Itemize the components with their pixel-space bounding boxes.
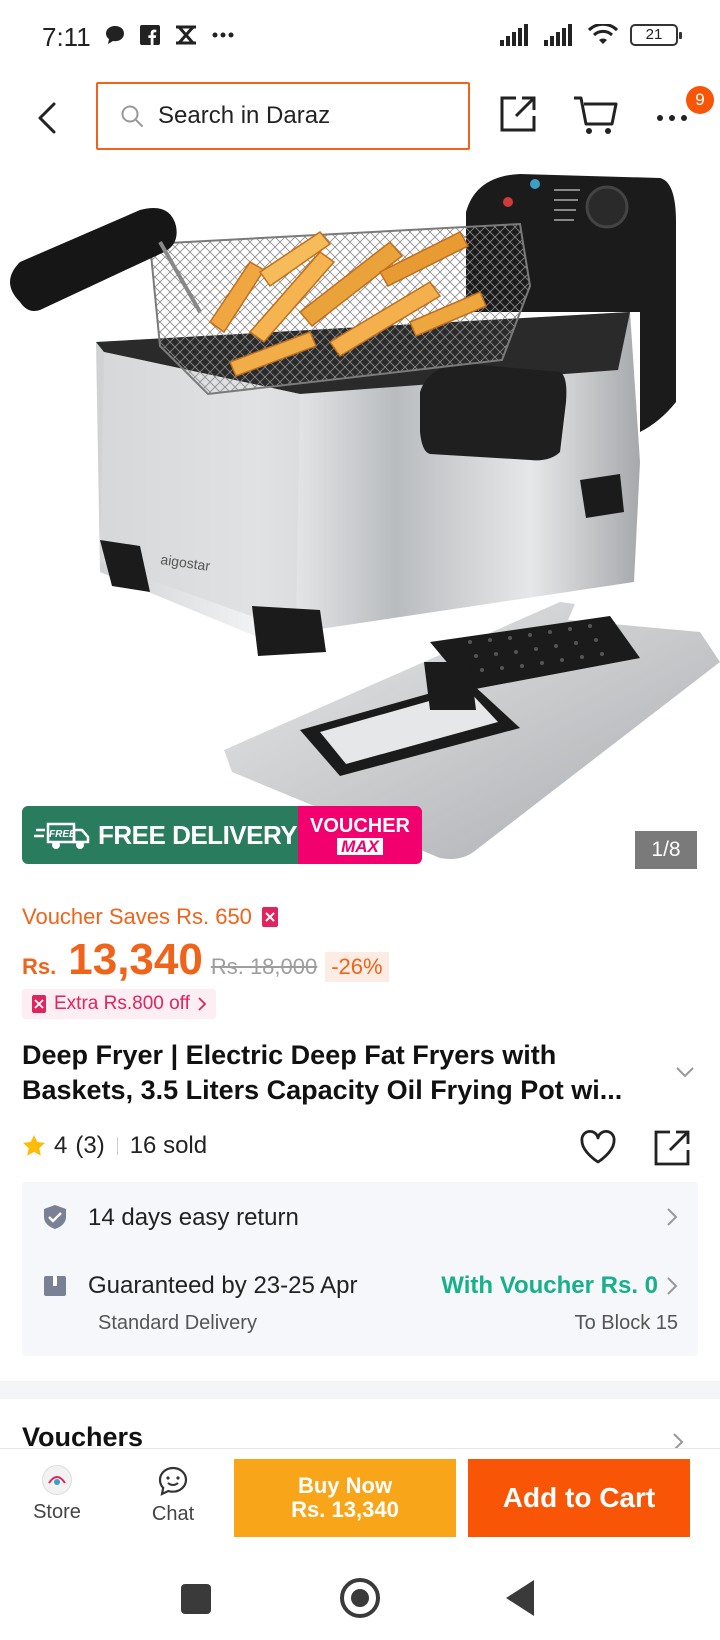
buy-now-price: Rs. 13,340 (291, 1497, 399, 1522)
chevron-down-icon (676, 1067, 694, 1078)
share-button[interactable] (496, 92, 540, 136)
voucher-saves[interactable]: Voucher Saves Rs. 650 (22, 904, 278, 930)
shield-check-icon (44, 1205, 66, 1229)
free-delivery-label: FREE DELIVERY (98, 819, 298, 850)
home-button[interactable] (340, 1578, 380, 1618)
star-icon (23, 1135, 45, 1156)
bottom-action-bar: Store Chat Buy Now Rs. 13,340 Add to Car… (0, 1448, 720, 1548)
delivery-guarantee: Guaranteed by 23-25 Apr (88, 1272, 358, 1299)
share-product-button[interactable] (652, 1128, 692, 1168)
delivery-card: 14 days easy return Guaranteed by 23-25 … (22, 1182, 698, 1356)
voucher-icon (261, 907, 278, 927)
extra-off-text: Extra Rs.800 off (54, 993, 190, 1014)
voucher-icon (32, 995, 46, 1013)
original-price: Rs. 18,000 (210, 954, 318, 979)
rating-row[interactable]: 4 (3) 16 sold (22, 1132, 207, 1160)
price-row: Rs. 13,340 Rs. 18,000 -26% (22, 935, 389, 985)
system-navigation-bar (0, 1548, 720, 1640)
chevron-right-icon (667, 1277, 678, 1295)
extra-off-chip[interactable]: Extra Rs.800 off (22, 989, 216, 1019)
recents-button[interactable] (181, 1584, 211, 1614)
battery-icon: 21 (630, 24, 682, 46)
store-button[interactable]: Store (22, 1465, 92, 1524)
search-input[interactable] (158, 102, 438, 130)
delivery-voucher: With Voucher Rs. 0 (441, 1272, 658, 1299)
product-title[interactable]: Deep Fryer | Electric Deep Fat Fryers wi… (22, 1038, 672, 1108)
product-title-line-2: Baskets, 3.5 Liters Capacity Oil Frying … (22, 1075, 623, 1105)
price-currency: Rs. (22, 954, 57, 979)
image-counter: 1/8 (635, 831, 697, 869)
cart-icon (574, 96, 618, 134)
free-delivery-badge: FREE FREE DELIVERY (22, 806, 298, 864)
top-nav: 9 (0, 76, 720, 162)
package-icon (44, 1276, 66, 1296)
chat-button[interactable]: Chat (138, 1465, 208, 1526)
expand-title-button[interactable] (674, 1064, 696, 1080)
share-icon (654, 1130, 690, 1166)
search-icon (121, 105, 143, 127)
add-to-cart-button[interactable]: Add to Cart (468, 1459, 690, 1537)
signal-icon (500, 24, 528, 46)
signal-icon (544, 24, 572, 46)
cart-count-badge: 9 (686, 86, 714, 114)
buy-now-button[interactable]: Buy Now Rs. 13,340 (234, 1459, 456, 1537)
section-divider (0, 1381, 720, 1399)
status-bar: 7:11 21 (0, 0, 720, 76)
chat-bubble-icon (106, 26, 124, 44)
store-logo-icon (48, 1476, 66, 1485)
more-dots-icon (212, 32, 234, 38)
wifi-icon (588, 24, 618, 44)
delivery-type: Standard Delivery (98, 1312, 257, 1334)
max-label: MAX (337, 837, 383, 855)
chat-icon (158, 1466, 188, 1496)
rating-divider (116, 1137, 118, 1155)
voucher-label: VOUCHER (309, 814, 410, 837)
sold-count: 16 sold (129, 1132, 208, 1159)
returns-row[interactable]: 14 days easy return (22, 1182, 698, 1252)
delivery-location: To Block 15 (574, 1312, 678, 1334)
notification-icons (104, 24, 234, 46)
cart-button[interactable] (572, 92, 618, 136)
store-logo (42, 1465, 72, 1495)
delivery-row[interactable]: Guaranteed by 23-25 Apr With Voucher Rs.… (22, 1252, 698, 1356)
deep-fryer-illustration: aigostar (10, 174, 720, 859)
chat-label: Chat (151, 1503, 195, 1525)
status-time: 7:11 (42, 22, 91, 52)
voucher-max-badge: VOUCHER MAX (298, 806, 422, 864)
heart-icon (580, 1129, 616, 1164)
discount-badge: -26% (325, 952, 389, 982)
chevron-right-icon (667, 1208, 678, 1226)
store-label: Store (33, 1501, 81, 1523)
rating-value: 4 (54, 1132, 68, 1159)
share-icon (500, 96, 536, 132)
returns-text: 14 days easy return (88, 1204, 299, 1231)
product-title-line-1: Deep Fryer | Electric Deep Fat Fryers wi… (22, 1040, 557, 1070)
wishlist-button[interactable] (578, 1128, 618, 1168)
promo-banner: FREE FREE DELIVERY VOUCHER MAX (22, 806, 422, 864)
chevron-right-icon (198, 997, 206, 1011)
price-value: 13,340 (68, 935, 203, 984)
delivery-truck-icon: FREE (34, 822, 90, 849)
rating-count: (3) (75, 1132, 105, 1159)
system-back-button[interactable] (506, 1580, 534, 1616)
voucher-saves-text: Voucher Saves Rs. 650 (22, 904, 252, 929)
search-bar[interactable] (96, 82, 470, 150)
chevron-left-icon (38, 102, 56, 134)
system-icons: 21 (500, 24, 682, 46)
back-button[interactable] (28, 90, 68, 146)
facebook-icon (140, 25, 160, 45)
buy-now-label: Buy Now (297, 1473, 393, 1498)
free-label: FREE (49, 829, 76, 840)
product-image[interactable]: aigostar (0, 162, 720, 882)
app-icon (176, 25, 196, 45)
